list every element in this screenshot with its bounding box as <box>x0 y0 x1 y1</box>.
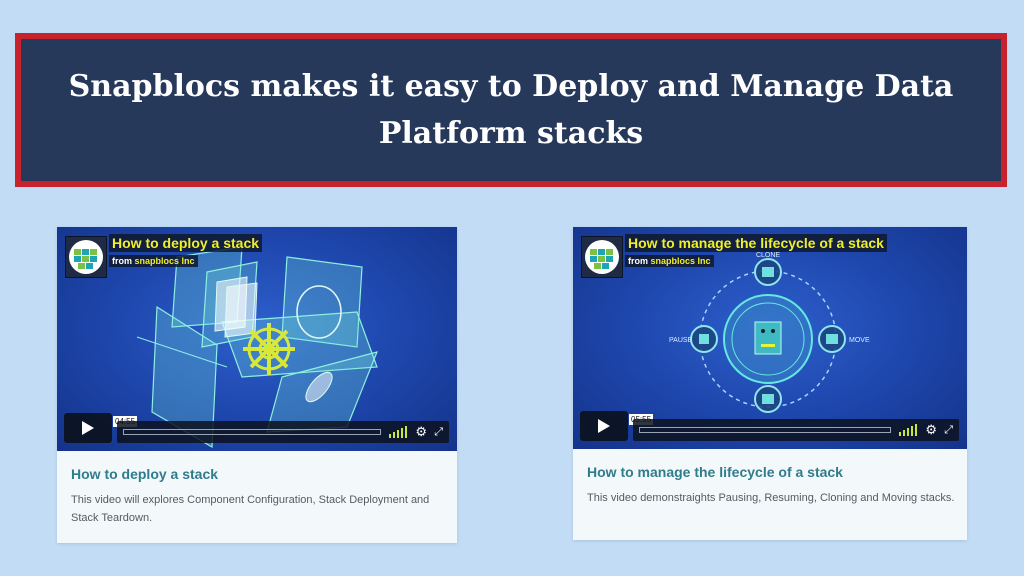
video-card-deploy: How to deploy a stack from snapblocs Inc… <box>57 227 457 543</box>
gear-icon[interactable]: ⚙ <box>415 425 427 439</box>
video-overlay-title[interactable]: How to manage the lifecycle of a stack <box>625 234 887 252</box>
play-button[interactable] <box>64 413 112 443</box>
org-link[interactable]: snapblocs Inc <box>135 256 195 266</box>
gear-icon[interactable]: ⚙ <box>925 423 937 437</box>
from-label: from <box>628 256 648 266</box>
video-player-lifecycle[interactable]: CLONE PAUSE MOVE How to manage the lifec… <box>573 227 967 449</box>
control-bar: ⚙ ⤢ <box>117 421 449 443</box>
volume-icon[interactable] <box>899 424 917 436</box>
snapblocs-logo <box>65 236 107 278</box>
control-bar: ⚙ ⤢ <box>633 419 959 441</box>
volume-icon[interactable] <box>389 426 407 438</box>
fullscreen-icon[interactable]: ⤢ <box>944 423 953 437</box>
lifecycle-label-clone: CLONE <box>756 252 780 259</box>
video-overlay-title[interactable]: How to deploy a stack <box>109 234 263 252</box>
card-title[interactable]: How to manage the lifecycle of a stack <box>587 464 843 480</box>
org-link[interactable]: snapblocs Inc <box>651 256 711 266</box>
from-label: from <box>112 256 132 266</box>
page-title: Snapblocs makes it easy to Deploy and Ma… <box>68 69 954 151</box>
fullscreen-icon[interactable]: ⤢ <box>434 425 443 439</box>
progress-bar[interactable] <box>123 429 381 435</box>
progress-bar[interactable] <box>639 427 891 433</box>
card-description: This video will explores Component Confi… <box>71 494 430 524</box>
video-player-deploy[interactable]: How to deploy a stack from snapblocs Inc… <box>57 227 457 451</box>
video-card-lifecycle: CLONE PAUSE MOVE How to manage the lifec… <box>573 227 967 540</box>
lifecycle-label-move: MOVE <box>849 337 870 344</box>
video-byline: from snapblocs Inc <box>109 255 198 267</box>
card-description: This video demonstraights Pausing, Resum… <box>587 492 955 504</box>
lifecycle-label-pause: PAUSE <box>669 337 693 344</box>
video-byline: from snapblocs Inc <box>625 255 714 267</box>
play-icon <box>598 419 610 433</box>
card-title[interactable]: How to deploy a stack <box>71 466 218 482</box>
title-banner: Snapblocs makes it easy to Deploy and Ma… <box>15 33 1007 187</box>
play-button[interactable] <box>580 411 628 441</box>
play-icon <box>82 421 94 435</box>
snapblocs-logo <box>581 236 623 278</box>
